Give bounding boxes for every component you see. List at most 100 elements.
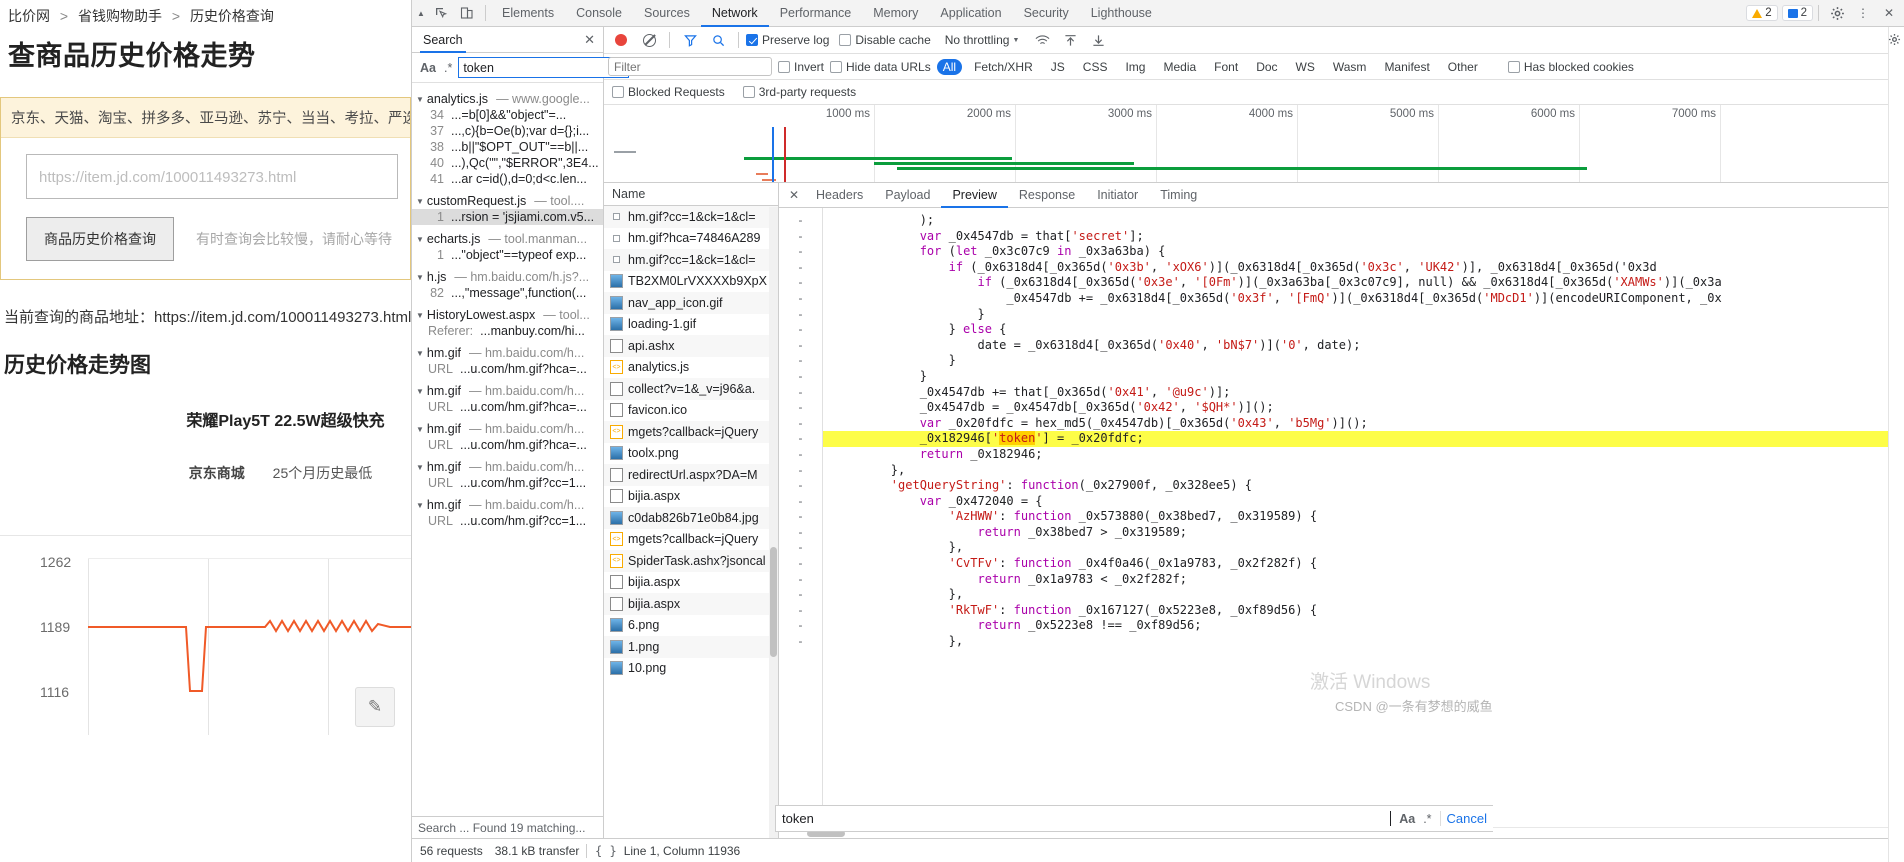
filter-icon[interactable]: [677, 28, 703, 52]
cancel-button[interactable]: Cancel: [1440, 811, 1487, 826]
search-result-file[interactable]: ▼HistoryLowest.aspx— tool...: [412, 307, 603, 323]
search-result-file[interactable]: ▼customRequest.js— tool....: [412, 193, 603, 209]
detail-tab-payload[interactable]: Payload: [874, 183, 941, 208]
disable-cache-checkbox[interactable]: Disable cache: [839, 33, 930, 47]
request-row[interactable]: hm.gif?cc=1&ck=1&cl=: [604, 206, 778, 228]
request-row[interactable]: bijia.aspx: [604, 486, 778, 508]
filter-input[interactable]: [608, 57, 772, 76]
blocked-requests-checkbox[interactable]: Blocked Requests: [612, 85, 725, 99]
tab-application[interactable]: Application: [929, 0, 1012, 27]
request-row[interactable]: 10.png: [604, 658, 778, 680]
request-row[interactable]: favicon.ico: [604, 400, 778, 422]
tab-performance[interactable]: Performance: [769, 0, 863, 27]
pretty-print-icon[interactable]: { }: [595, 844, 617, 858]
search-result-match[interactable]: URL...u.com/hm.gif?hca=...: [412, 437, 603, 453]
type-filter-css[interactable]: CSS: [1077, 59, 1114, 75]
detail-tab-preview[interactable]: Preview: [941, 183, 1007, 208]
network-conditions-icon[interactable]: [1029, 28, 1055, 52]
search-result-match[interactable]: 41...ar c=id(),d=0;d<c.len...: [412, 171, 603, 187]
request-row[interactable]: <>analytics.js: [604, 357, 778, 379]
inspect-element-icon[interactable]: [428, 1, 454, 25]
request-row[interactable]: <>mgets?callback=jQuery: [604, 529, 778, 551]
device-toolbar-icon[interactable]: [454, 1, 480, 25]
detail-tab-response[interactable]: Response: [1008, 183, 1086, 208]
match-case-toggle[interactable]: Aa: [1399, 812, 1415, 826]
request-row[interactable]: hm.gif?hca=74846A289: [604, 228, 778, 250]
detail-tab-initiator[interactable]: Initiator: [1086, 183, 1149, 208]
type-filter-font[interactable]: Font: [1208, 59, 1244, 75]
import-har-icon[interactable]: [1057, 28, 1083, 52]
request-row[interactable]: toolx.png: [604, 443, 778, 465]
gear-icon[interactable]: [1824, 1, 1850, 25]
scrollbar-thumb[interactable]: [770, 547, 777, 657]
type-filter-manifest[interactable]: Manifest: [1378, 59, 1435, 75]
search-result-match[interactable]: URL...u.com/hm.gif?hca=...: [412, 399, 603, 415]
chevron-down-icon[interactable]: ▼: [416, 273, 424, 282]
request-row[interactable]: loading-1.gif: [604, 314, 778, 336]
tab-lighthouse[interactable]: Lighthouse: [1080, 0, 1163, 27]
request-row[interactable]: <>SpiderTask.ashx?jsoncal: [604, 550, 778, 572]
search-results-list[interactable]: ▼analytics.js— www.google...34...=b[0]&&…: [412, 83, 603, 816]
tab-console[interactable]: Console: [565, 0, 633, 27]
request-row[interactable]: 1.png: [604, 636, 778, 658]
triangle-up-icon[interactable]: ▲: [414, 9, 428, 18]
chevron-down-icon[interactable]: ▼: [416, 197, 424, 206]
tab-memory[interactable]: Memory: [862, 0, 929, 27]
search-result-match[interactable]: URL...u.com/hm.gif?cc=1...: [412, 513, 603, 529]
search-result-match[interactable]: URL...u.com/hm.gif?cc=1...: [412, 475, 603, 491]
close-icon[interactable]: ✕: [1876, 1, 1902, 25]
hide-data-urls-checkbox[interactable]: Hide data URLs: [830, 60, 931, 74]
invert-checkbox[interactable]: Invert: [778, 60, 824, 74]
gear-icon[interactable]: [1888, 33, 1901, 49]
breadcrumb-item-0[interactable]: 比价网: [8, 8, 50, 24]
search-result-match[interactable]: 38...b||"$OPT_OUT"==b||...: [412, 139, 603, 155]
network-overview-timeline[interactable]: 1000 ms2000 ms3000 ms4000 ms5000 ms6000 …: [604, 105, 1904, 183]
match-case-toggle[interactable]: Aa: [418, 61, 438, 75]
price-history-query-button[interactable]: 商品历史价格查询: [26, 217, 174, 261]
search-result-match[interactable]: 1..."object"==typeof exp...: [412, 247, 603, 263]
detail-tab-timing[interactable]: Timing: [1149, 183, 1208, 208]
type-filter-doc[interactable]: Doc: [1250, 59, 1283, 75]
request-row[interactable]: c0dab826b71e0b84.jpg: [604, 507, 778, 529]
chevron-down-icon[interactable]: ▼: [416, 425, 424, 434]
chevron-down-icon[interactable]: ▼: [416, 463, 424, 472]
code-content[interactable]: ); var _0x4547db = that['secret']; for (…: [823, 208, 1904, 827]
request-row[interactable]: bijia.aspx: [604, 593, 778, 615]
kebab-menu-icon[interactable]: ⋮: [1850, 1, 1876, 25]
search-result-file[interactable]: ▼hm.gif— hm.baidu.com/h...: [412, 345, 603, 361]
search-result-file[interactable]: ▼hm.gif— hm.baidu.com/h...: [412, 383, 603, 399]
tab-network[interactable]: Network: [701, 0, 769, 27]
find-input[interactable]: [782, 811, 1382, 826]
search-result-match[interactable]: Referer:...manbuy.com/hi...: [412, 323, 603, 339]
request-rows[interactable]: hm.gif?cc=1&ck=1&cl=hm.gif?hca=74846A289…: [604, 206, 778, 838]
type-filter-other[interactable]: Other: [1442, 59, 1484, 75]
request-row[interactable]: hm.gif?cc=1&ck=1&cl=: [604, 249, 778, 271]
request-row[interactable]: redirectUrl.aspx?DA=M: [604, 464, 778, 486]
close-icon[interactable]: ✕: [783, 188, 805, 202]
type-filter-all[interactable]: All: [937, 59, 962, 75]
chevron-down-icon[interactable]: ▼: [416, 349, 424, 358]
request-row[interactable]: collect?v=1&_v=j96&a.: [604, 378, 778, 400]
search-result-file[interactable]: ▼hm.gif— hm.baidu.com/h...: [412, 459, 603, 475]
preserve-log-checkbox[interactable]: Preserve log: [746, 33, 829, 47]
request-row[interactable]: <>mgets?callback=jQuery: [604, 421, 778, 443]
search-icon[interactable]: [705, 28, 731, 52]
pencil-icon[interactable]: ✎: [355, 687, 395, 727]
search-result-match[interactable]: 37...,c){b=Oe(b);var d={};i...: [412, 123, 603, 139]
chevron-down-icon[interactable]: ▼: [416, 501, 424, 510]
type-filter-media[interactable]: Media: [1157, 59, 1202, 75]
search-result-match[interactable]: URL...u.com/hm.gif?hca=...: [412, 361, 603, 377]
chevron-down-icon[interactable]: ▼: [416, 235, 424, 244]
request-row[interactable]: 6.png: [604, 615, 778, 637]
request-row[interactable]: TB2XM0LrVXXXXb9XpX: [604, 271, 778, 293]
tab-security[interactable]: Security: [1013, 0, 1080, 27]
search-result-file[interactable]: ▼hm.gif— hm.baidu.com/h...: [412, 497, 603, 513]
chevron-down-icon[interactable]: ▼: [416, 311, 424, 320]
tab-sources[interactable]: Sources: [633, 0, 701, 27]
search-result-file[interactable]: ▼hm.gif— hm.baidu.com/h...: [412, 421, 603, 437]
type-filter-wasm[interactable]: Wasm: [1327, 59, 1373, 75]
warning-count-badge[interactable]: 2: [1746, 5, 1777, 21]
chevron-down-icon[interactable]: ▼: [416, 95, 424, 104]
breadcrumb-item-1[interactable]: 省钱购物助手: [78, 8, 162, 24]
search-result-file[interactable]: ▼echarts.js— tool.manman...: [412, 231, 603, 247]
